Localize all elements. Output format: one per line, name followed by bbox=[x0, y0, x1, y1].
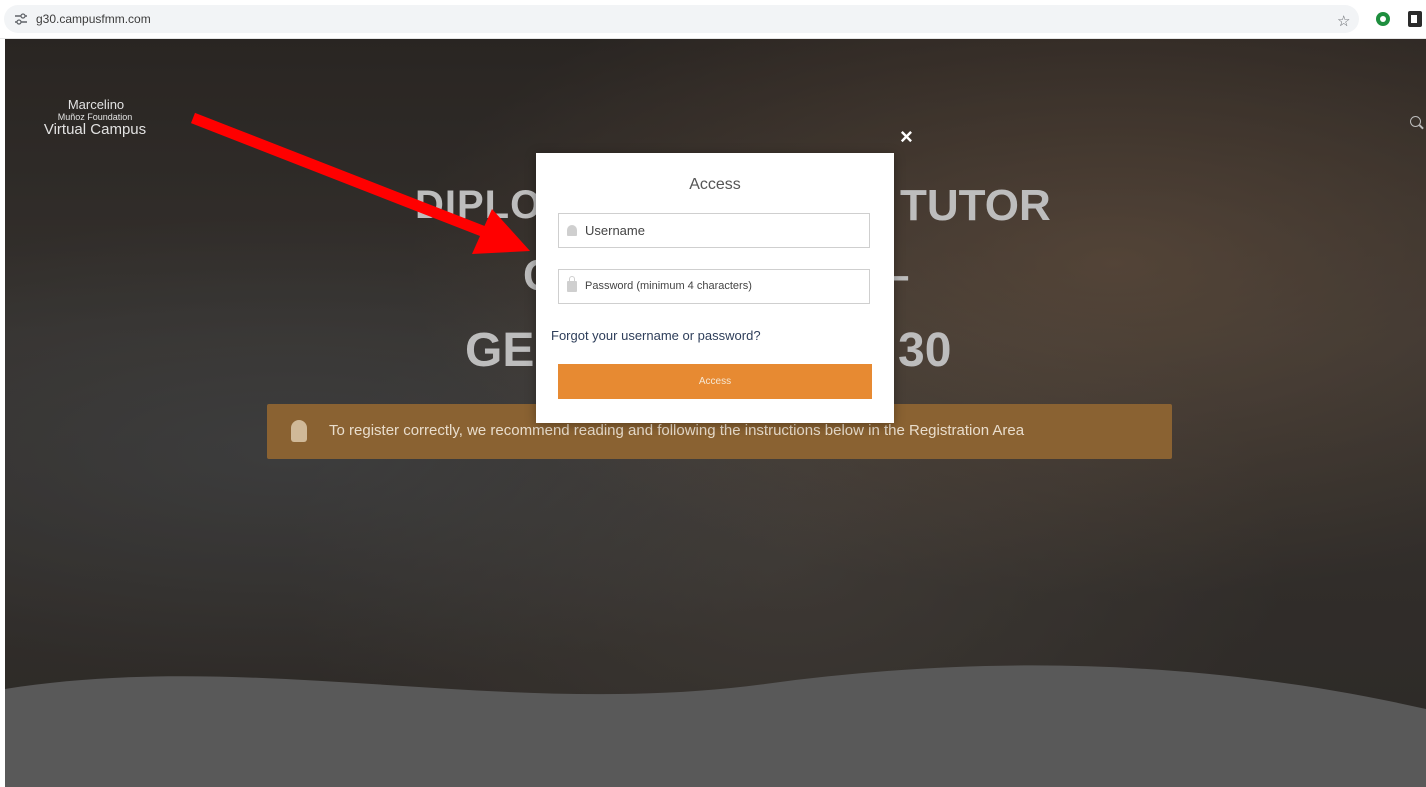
red-arrow-annotation bbox=[190, 112, 530, 254]
